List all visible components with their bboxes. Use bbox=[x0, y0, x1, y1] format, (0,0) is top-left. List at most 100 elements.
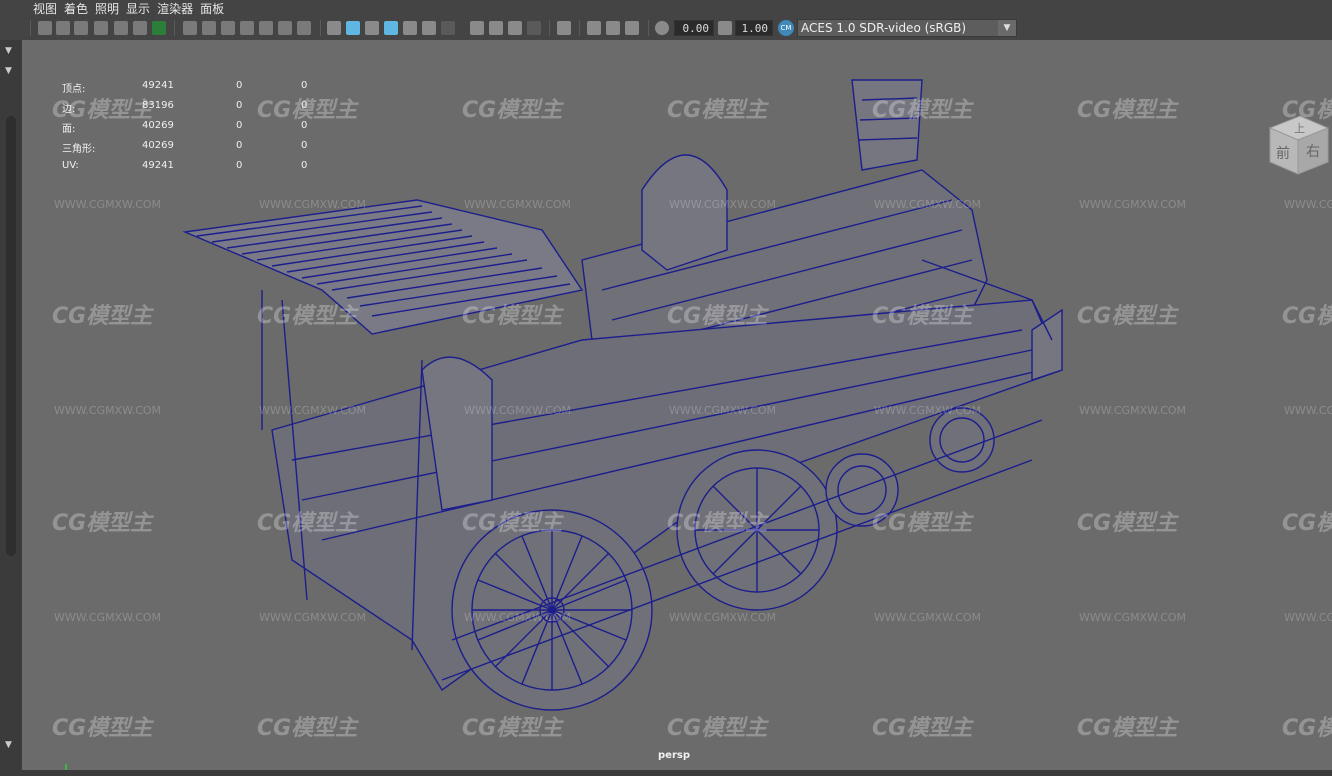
watermark-url: WWW.CGMXW.COM bbox=[259, 611, 367, 624]
field-chart-icon[interactable] bbox=[259, 21, 273, 35]
view-cube[interactable]: 上 前 右 bbox=[1262, 110, 1332, 184]
image-plane-icon[interactable] bbox=[114, 21, 128, 35]
menu-shading[interactable]: 着色 bbox=[64, 0, 95, 17]
watermark-url: WWW.CGMXW.COM bbox=[259, 404, 367, 417]
hud-value: 0 bbox=[301, 160, 308, 171]
colorspace-icon[interactable]: CM bbox=[778, 20, 794, 36]
watermark-url: WWW.CGMXW.COM bbox=[1284, 404, 1332, 417]
watermark-url: WWW.CGMXW.COM bbox=[1284, 611, 1332, 624]
expand-arrow-icon[interactable]: ▼ bbox=[5, 66, 12, 76]
watermark-logo: CG模型主 bbox=[462, 98, 563, 123]
watermark-logo: CG模型主 bbox=[257, 511, 358, 536]
hud-value: 0 bbox=[301, 140, 308, 151]
colorspace-dropdown[interactable]: ACES 1.0 SDR-video (sRGB) ▼ bbox=[797, 19, 1017, 37]
viewport-3d[interactable]: 顶点: 49241 0 0 边: 83196 0 0 面: 40269 0 0 … bbox=[22, 40, 1332, 776]
hud-value: 0 bbox=[236, 80, 243, 91]
toolbar-separator bbox=[174, 20, 175, 36]
scrollbar[interactable] bbox=[6, 116, 16, 556]
menu-bar: 视图 着色 照明 显示 渲染器 面板 bbox=[0, 0, 1332, 16]
watermark-logo: CG模型主 bbox=[462, 511, 563, 536]
resolution-gate-icon[interactable] bbox=[221, 21, 235, 35]
watermark-logo: CG模型主 bbox=[667, 98, 768, 123]
watermark-url: WWW.CGMXW.COM bbox=[464, 198, 572, 211]
smooth-shade-icon[interactable] bbox=[346, 21, 360, 35]
menu-show[interactable]: 显示 bbox=[126, 0, 157, 17]
hud-value: 0 bbox=[236, 100, 243, 111]
anti-aliasing-icon[interactable] bbox=[508, 21, 522, 35]
texture-icon[interactable] bbox=[403, 21, 417, 35]
watermark-logo: CG模型主 bbox=[872, 716, 973, 741]
watermark-logo: CG模型主 bbox=[462, 304, 563, 329]
watermark-logo: CG模型主 bbox=[1282, 511, 1332, 536]
watermark-url: WWW.CGMXW.COM bbox=[874, 198, 982, 211]
toolbar-separator bbox=[648, 20, 649, 36]
scroll-down-icon[interactable]: ▼ bbox=[5, 740, 12, 750]
watermark-logo: CG模型主 bbox=[1077, 98, 1178, 123]
safe-title-icon[interactable] bbox=[297, 21, 311, 35]
ambient-occlusion-icon[interactable] bbox=[470, 21, 484, 35]
grease-pencil-icon[interactable] bbox=[152, 21, 166, 35]
viewcube-front-label: 前 bbox=[1276, 145, 1290, 162]
hud-value: 0 bbox=[236, 120, 243, 131]
bottom-border bbox=[0, 770, 1332, 776]
bookmark-icon[interactable] bbox=[94, 21, 108, 35]
motion-blur-icon[interactable] bbox=[489, 21, 503, 35]
menu-lighting[interactable]: 照明 bbox=[95, 0, 126, 17]
hud-label: UV: bbox=[62, 160, 79, 171]
watermark-url: WWW.CGMXW.COM bbox=[1079, 611, 1187, 624]
watermark-logo: CG模型主 bbox=[872, 98, 973, 123]
safe-action-icon[interactable] bbox=[278, 21, 292, 35]
viewcube-right-label: 右 bbox=[1306, 144, 1320, 160]
exposure-field[interactable]: 0.00 bbox=[674, 20, 714, 36]
camera-lock-icon[interactable] bbox=[56, 21, 70, 35]
watermark-url: WWW.CGMXW.COM bbox=[669, 611, 777, 624]
wireframe-icon[interactable] bbox=[327, 21, 341, 35]
watermark-logo: CG模型主 bbox=[257, 98, 358, 123]
light-icon[interactable] bbox=[422, 21, 436, 35]
viewport-toolbar: 0.00 1.00 CM ACES 1.0 SDR-video (sRGB) ▼ bbox=[0, 16, 1332, 41]
exposure-icon[interactable] bbox=[655, 21, 669, 35]
watermark-logo: CG模型主 bbox=[1282, 716, 1332, 741]
camera-attributes-icon[interactable] bbox=[74, 21, 88, 35]
toolbar-separator bbox=[579, 20, 580, 36]
isolate-select-icon[interactable] bbox=[557, 21, 571, 35]
xray-joints-icon[interactable] bbox=[606, 21, 620, 35]
hud-value: 49241 bbox=[142, 80, 174, 91]
watermark-logo: CG模型主 bbox=[667, 716, 768, 741]
gamma-field[interactable]: 1.00 bbox=[735, 20, 773, 36]
watermark-url: WWW.CGMXW.COM bbox=[259, 198, 367, 211]
watermark-url: WWW.CGMXW.COM bbox=[1284, 198, 1332, 211]
watermark-logo: CG模型主 bbox=[1282, 304, 1332, 329]
two-d-pan-icon[interactable] bbox=[133, 21, 147, 35]
watermark-url: WWW.CGMXW.COM bbox=[54, 198, 162, 211]
film-gate-icon[interactable] bbox=[202, 21, 216, 35]
default-material-icon[interactable] bbox=[365, 21, 379, 35]
watermark-logo: CG模型主 bbox=[52, 716, 153, 741]
camera-select-icon[interactable] bbox=[38, 21, 52, 35]
collapse-arrow-icon[interactable]: ▼ bbox=[5, 46, 12, 56]
hud-value: 0 bbox=[301, 80, 308, 91]
watermark-logo: CG模型主 bbox=[872, 511, 973, 536]
gate-mask-icon[interactable] bbox=[240, 21, 254, 35]
toolbar-separator bbox=[30, 20, 31, 36]
toolbar-separator bbox=[320, 20, 321, 36]
menu-panels[interactable]: 面板 bbox=[200, 0, 231, 17]
backface-culling-icon[interactable] bbox=[625, 21, 639, 35]
grid-icon[interactable] bbox=[183, 21, 197, 35]
xray-icon[interactable] bbox=[587, 21, 601, 35]
shadow-icon[interactable] bbox=[441, 21, 455, 35]
watermark-url: WWW.CGMXW.COM bbox=[1079, 404, 1187, 417]
wireframe-on-shaded-icon[interactable] bbox=[384, 21, 398, 35]
watermark-logo: CG模型主 bbox=[462, 716, 563, 741]
menu-renderer[interactable]: 渲染器 bbox=[157, 0, 200, 17]
watermark-url: WWW.CGMXW.COM bbox=[669, 198, 777, 211]
watermark-logo: CG模型主 bbox=[1077, 511, 1178, 536]
watermark-url: WWW.CGMXW.COM bbox=[669, 404, 777, 417]
menu-view[interactable]: 视图 bbox=[33, 0, 64, 17]
watermark-url: WWW.CGMXW.COM bbox=[874, 611, 982, 624]
gamma-icon[interactable] bbox=[718, 21, 732, 35]
watermark-logo: CG模型主 bbox=[872, 304, 973, 329]
depth-of-field-icon[interactable] bbox=[527, 21, 541, 35]
hud-value: 49241 bbox=[142, 160, 174, 171]
watermark-url: WWW.CGMXW.COM bbox=[54, 404, 162, 417]
